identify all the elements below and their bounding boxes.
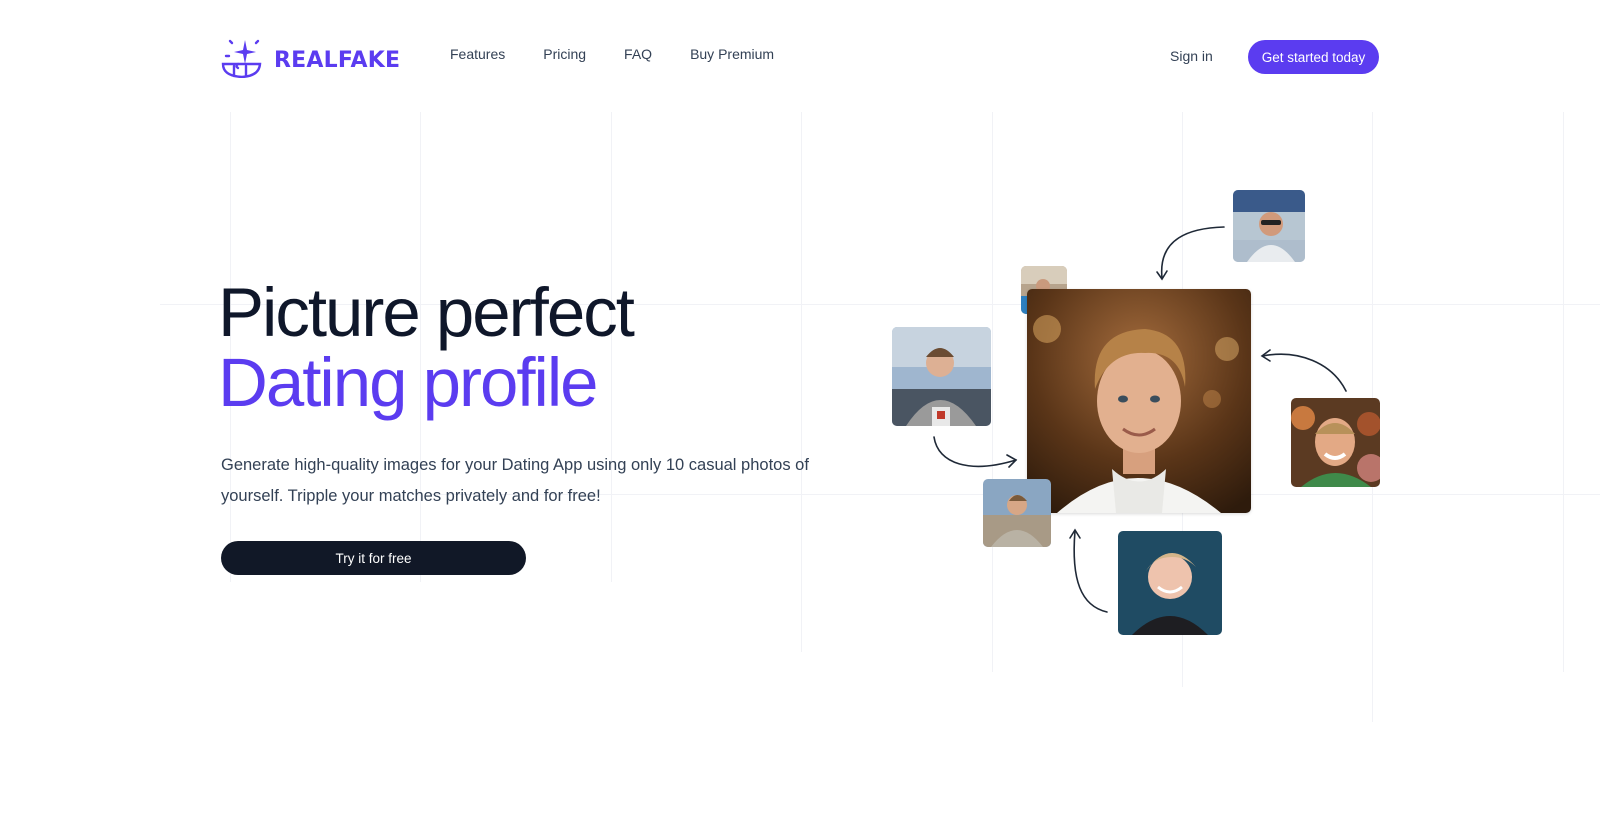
main-nav: Features Pricing FAQ Buy Premium bbox=[450, 46, 812, 62]
photo-left bbox=[892, 327, 991, 426]
brand-name: REALFAKE bbox=[274, 48, 401, 73]
sparkle-smile-logo-icon bbox=[220, 38, 262, 83]
arrow-right-icon bbox=[1260, 349, 1347, 392]
nav-link-pricing[interactable]: Pricing bbox=[543, 46, 586, 62]
grid-line bbox=[1563, 112, 1564, 672]
hero-description: Generate high-quality images for your Da… bbox=[221, 456, 809, 505]
photo-top-right bbox=[1233, 190, 1305, 262]
nav-link-buy-premium[interactable]: Buy Premium bbox=[690, 46, 774, 62]
nav-link-faq[interactable]: FAQ bbox=[624, 46, 652, 62]
hero-title-line2: Dating profile bbox=[218, 344, 599, 421]
photo-bottom bbox=[1118, 531, 1222, 635]
hero-title: Picture perfect Dating profile bbox=[218, 274, 635, 421]
nav-link-features[interactable]: Features bbox=[450, 46, 505, 62]
top-navbar: REALFAKE Features Pricing FAQ Buy Premiu… bbox=[0, 0, 1600, 112]
arrow-top-icon bbox=[1156, 226, 1225, 281]
try-free-button[interactable]: Try it for free bbox=[221, 541, 526, 575]
arrow-bottom-icon bbox=[1069, 528, 1108, 613]
grid-line bbox=[801, 112, 802, 652]
hero-title-line1: Picture perfect bbox=[218, 274, 635, 351]
arrow-left-icon bbox=[933, 436, 1018, 468]
grid-line bbox=[992, 112, 993, 672]
brand-logo[interactable]: REALFAKE bbox=[220, 38, 400, 83]
main-portrait bbox=[1027, 289, 1251, 513]
sign-in-link[interactable]: Sign in bbox=[1170, 48, 1213, 64]
get-started-button[interactable]: Get started today bbox=[1248, 40, 1379, 74]
photo-small-bottom bbox=[983, 479, 1051, 547]
photo-right bbox=[1291, 398, 1380, 487]
